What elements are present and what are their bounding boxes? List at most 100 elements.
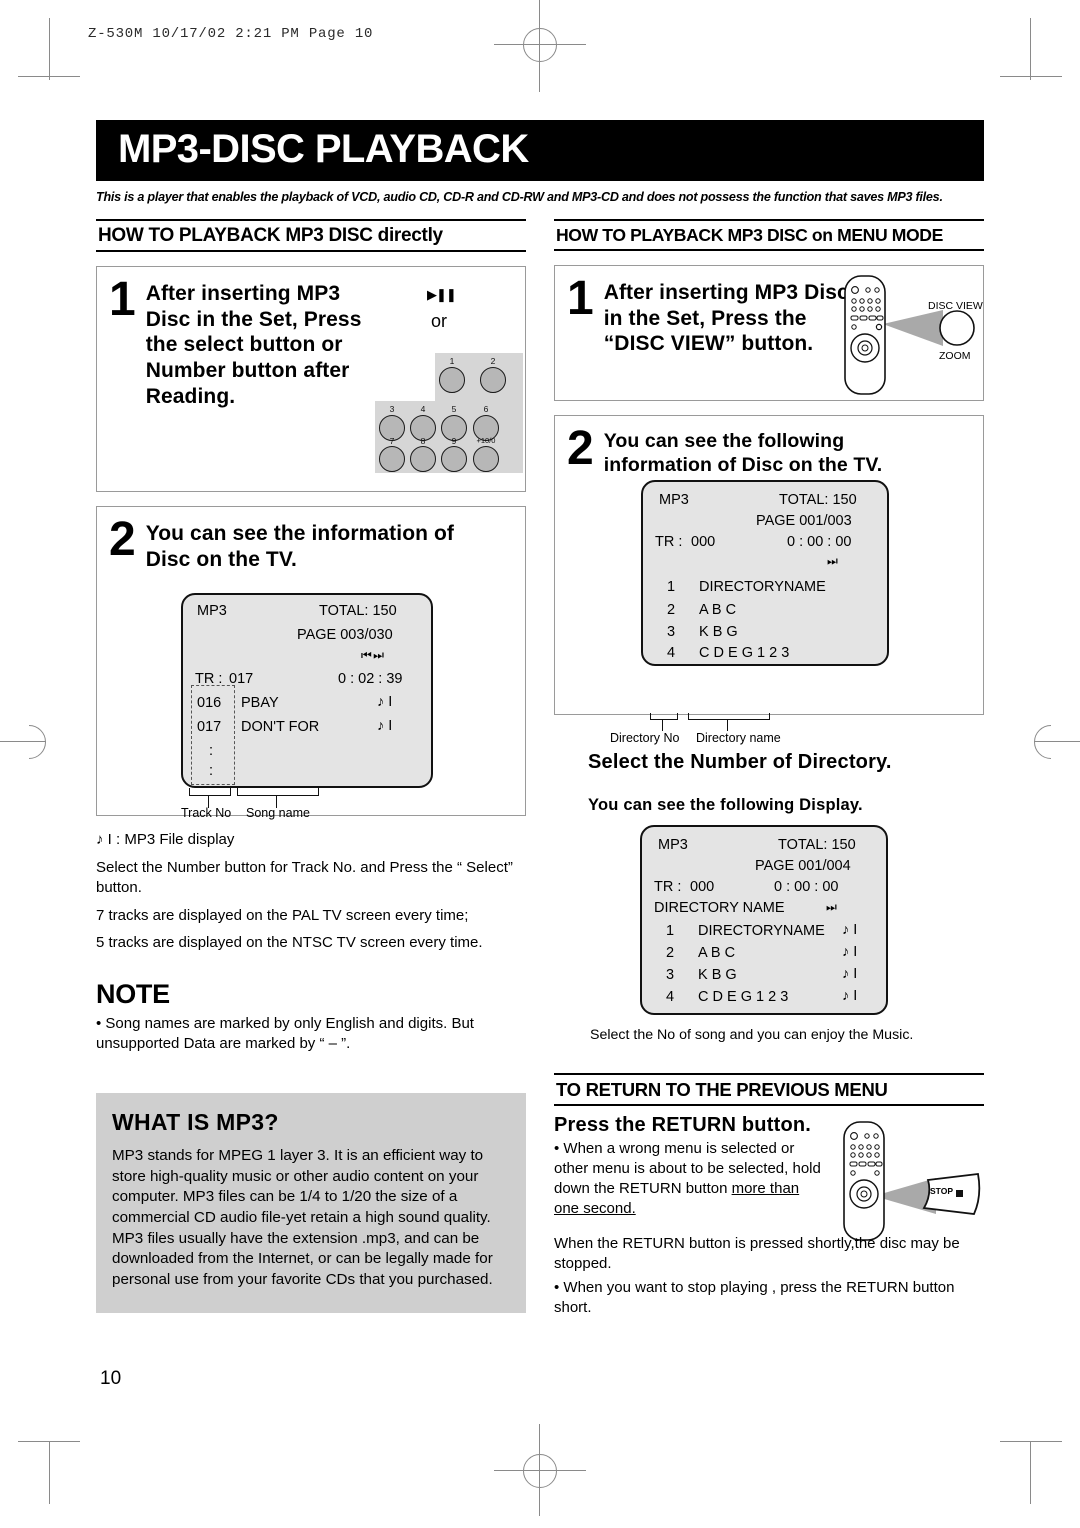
right-step-1-number: 1 [567, 272, 594, 326]
dir-name-tick [727, 719, 729, 732]
or-label: or [431, 311, 448, 332]
tv2-tr-label: TR : [655, 534, 683, 551]
key-label-plus10: +10/0 [476, 436, 496, 446]
return-text-b: When the RETURN button is pressed shortl… [554, 1235, 960, 1272]
key-1[interactable] [439, 367, 465, 394]
key-label-7: 7 [389, 436, 395, 447]
key-label-5: 5 [451, 404, 457, 415]
tv3-dir-name-row: DIRECTORY NAME [654, 900, 785, 917]
key-9[interactable] [441, 446, 467, 473]
key-label-2: 2 [490, 356, 496, 367]
disc-view-magnified-button [939, 310, 975, 346]
return-bullet-c: • When you want to stop playing , press … [554, 1279, 955, 1316]
music-note-icon-f3: ♪ I [842, 988, 858, 1005]
tv2-label-mp3: MP3 [659, 492, 689, 509]
callout-wedge [883, 310, 943, 347]
key-2[interactable] [480, 367, 506, 394]
dir-name-bracket [688, 713, 770, 721]
track-no-highlight [191, 685, 235, 786]
tv3-file-no-3: 4 [666, 989, 675, 1006]
remote-return-svg [843, 1121, 981, 1241]
right-step-2-number: 2 [567, 422, 594, 476]
tv3-file-name-3: C D E G 1 2 3 [698, 989, 789, 1006]
crop-mark-bottom-left-vertical [49, 1442, 50, 1504]
remote-control-disc-view: DISC VIEW ZOOM [833, 272, 983, 403]
remote-disc-view-svg [844, 275, 975, 395]
return-bullet-a: • When a wrong menu is selected or other… [554, 1139, 822, 1218]
tv2-dir-no-3: 4 [667, 645, 676, 662]
crop-mark-top-right-horizontal [1000, 76, 1062, 77]
play-pause-icon: ▶❚❚ [427, 287, 457, 303]
tv3-file-name-1: A B C [698, 945, 736, 962]
tv-track-name-1: DON'T FOR [241, 719, 320, 736]
song-name-bracket [237, 788, 319, 797]
note-title: NOTE [96, 979, 170, 1010]
key-label-9: 9 [451, 436, 457, 447]
tv-page: PAGE 003/030 [297, 627, 393, 644]
caption-directory-no: Directory No [610, 731, 680, 746]
tv2-dir-no-1: 2 [667, 602, 676, 619]
what-is-mp3-panel: WHAT IS MP3? MP3 stands for MPEG 1 layer… [96, 1093, 526, 1313]
key-7[interactable] [379, 446, 405, 473]
left-step-1-number: 1 [109, 273, 136, 327]
crop-mark-bottom-right-horizontal [1000, 1441, 1062, 1442]
left-step-1-text: After inserting MP3 Disc in the Set, Pre… [145, 282, 362, 408]
key-8[interactable] [410, 446, 436, 473]
return-instructions: Press the RETURN button. • When a wrong … [554, 1114, 984, 1316]
tv2-page: PAGE 001/003 [756, 513, 852, 530]
remote-control-return-stop: STOP [832, 1118, 982, 1249]
two-column-layout: HOW TO PLAYBACK MP3 DISC directly 1 Afte… [96, 219, 984, 1316]
music-note-icon-0: ♪ I [377, 694, 393, 711]
right-step-1-text: After inserting MP3 Disc in the Set, Pre… [603, 281, 849, 356]
zoom-callout-label: ZOOM [939, 350, 971, 363]
key-label-6: 6 [483, 404, 489, 415]
right-step-2: 2 You can see the following information … [555, 416, 983, 478]
left-step-2-box: 2 You can see the information of Disc on… [96, 506, 526, 820]
what-is-mp3-body: MP3 stands for MPEG 1 layer 3. It is an … [112, 1147, 493, 1289]
right-tv-screen-1: MP3 TOTAL: 150 PAGE 001/003 TR : 000 0 :… [641, 480, 889, 667]
ntsc-note: 5 tracks are displayed on the NTSC TV sc… [96, 934, 483, 952]
dir-no-tick [662, 719, 664, 732]
crop-mark-top-left-horizontal [18, 76, 80, 77]
right-tv-2-wrapper: MP3 TOTAL: 150 PAGE 001/004 TR : 000 0 :… [554, 825, 984, 1025]
key-label-3: 3 [389, 404, 395, 415]
return-section-heading: TO RETURN TO THE PREVIOUS MENU [554, 1073, 984, 1107]
left-step-2-number: 2 [109, 513, 136, 567]
dir-no-bracket [650, 713, 678, 721]
tv2-dir-name-1: A B C [699, 602, 737, 619]
mp3-file-legend: ♪ I : MP3 File display [96, 831, 235, 849]
key-label-1: 1 [449, 356, 455, 367]
following-display-heading: You can see the following Display. [588, 796, 863, 815]
tv2-time: 0 : 00 : 00 [787, 534, 852, 551]
note-body: • Song names are marked by only English … [96, 1015, 474, 1052]
tv2-total: TOTAL: 150 [779, 492, 857, 509]
caption-track-no: Track No [181, 806, 232, 821]
right-step-2-text: You can see the following information of… [603, 430, 883, 476]
number-keypad[interactable]: 1 2 3 4 5 6 7 8 9 +10/0 [375, 353, 523, 474]
page-title: MP3-DISC PLAYBACK [96, 120, 984, 181]
right-tv-captions: Directory No Directory name [554, 713, 984, 749]
disc-view-button [875, 323, 883, 331]
caption-song-name: Song name [246, 806, 310, 821]
caption-directory-name: Directory name [696, 731, 781, 746]
right-step-2-box: 2 You can see the following information … [554, 415, 984, 716]
column-divider [526, 219, 554, 1313]
tv3-file-no-1: 2 [666, 945, 675, 962]
key-label-4: 4 [420, 404, 426, 415]
left-tv-screen: MP3 TOTAL: 150 PAGE 003/030 ⏮ ⏭ TR : 017… [181, 593, 433, 789]
music-note-icon-f2: ♪ I [842, 966, 858, 983]
tv3-total: TOTAL: 150 [778, 837, 856, 854]
right-tv-screen-2: MP3 TOTAL: 150 PAGE 001/004 TR : 000 0 :… [640, 825, 888, 1016]
tv3-tr-value: 000 [690, 879, 715, 896]
next-icon: ⏭ [827, 554, 838, 569]
pal-note: 7 tracks are displayed on the PAL TV scr… [96, 906, 469, 924]
enjoy-music-note: Select the No of song and you can enjoy … [590, 1027, 914, 1044]
key-plus10-zero[interactable] [473, 446, 499, 473]
right-section-heading: HOW TO PLAYBACK MP3 DISC on MENU MODE [554, 219, 984, 252]
crop-mark-top-left-vertical [49, 18, 50, 80]
page-subtitle: This is a player that enables the playba… [96, 190, 943, 204]
left-section-heading: HOW TO PLAYBACK MP3 DISC directly [96, 219, 526, 253]
stop-callout-label: STOP [930, 1186, 953, 1197]
tv2-dir-name-0: DIRECTORYNAME [699, 579, 826, 596]
prev-next-icon: ⏮ ⏭ [361, 648, 384, 663]
